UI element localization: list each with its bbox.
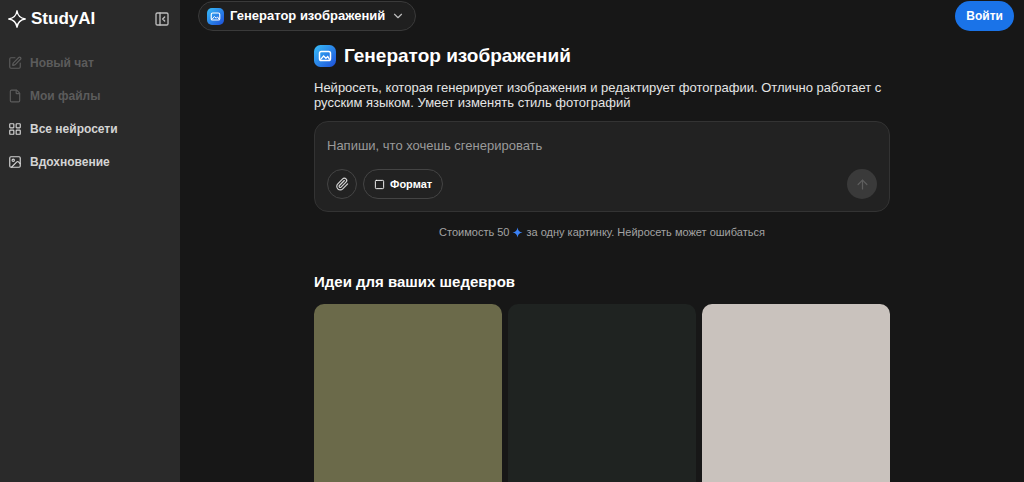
sidebar-item-icon: [8, 122, 22, 136]
sidebar: StudyAI Новый чат Мои файлы Все нейросети Вд…: [0, 0, 180, 482]
send-button[interactable]: [847, 169, 877, 199]
description: Нейросеть, которая генерирует изображени…: [314, 80, 890, 110]
attach-button[interactable]: [327, 169, 357, 199]
main: Генератор изображенийВойтиГенератор изоб…: [180, 0, 1024, 482]
sidebar-item[interactable]: Вдохновение: [6, 150, 174, 174]
prompt-input[interactable]: [327, 136, 877, 156]
arrow-up-icon: [855, 177, 870, 192]
chevron-icon: [391, 9, 405, 23]
paperclip-icon: [335, 177, 349, 191]
square-icon: [374, 179, 385, 190]
app: StudyAI Новый чат Мои файлы Все нейросети Вд…: [0, 0, 1024, 482]
sidebar-item-icon: [8, 155, 22, 169]
prompt-toolbar: Формат: [327, 169, 877, 199]
sidebar-item-icon: [8, 56, 22, 70]
page-title: Генератор изображений: [314, 42, 890, 71]
logo-text: StudyAI: [31, 6, 95, 32]
format-button[interactable]: Формат: [363, 169, 443, 199]
logo[interactable]: StudyAI: [8, 6, 95, 32]
collapse-icon[interactable]: [154, 11, 170, 27]
model-icon: [207, 8, 224, 25]
login-button[interactable]: Войти: [955, 1, 1014, 31]
ideas-grid: [314, 304, 890, 482]
sidebar-item[interactable]: Новый чат: [6, 51, 174, 75]
cost-note: Стоимость 50за одну картинку. Нейросеть …: [314, 224, 890, 241]
sidebar-item[interactable]: Все нейросети: [6, 117, 174, 141]
idea-card[interactable]: [508, 304, 696, 482]
sidebar-header: StudyAI: [6, 8, 174, 30]
sidebar-nav: Новый чат Мои файлы Все нейросети Вдохновен…: [6, 51, 174, 174]
prompt-box: Формат: [314, 121, 890, 213]
sparkle-icon: [8, 10, 26, 28]
idea-card[interactable]: [314, 304, 502, 482]
title-icon: [314, 45, 336, 67]
ideas-title: Идеи для ваших шедевров: [314, 271, 890, 294]
sidebar-item[interactable]: Мои файлы: [6, 84, 174, 108]
star-icon: [512, 227, 523, 238]
sidebar-item-icon: [8, 89, 22, 103]
content: Генератор изображений Нейросеть, которая …: [314, 31, 890, 482]
idea-card[interactable]: [702, 304, 890, 482]
top-bar: Генератор изображений Войти: [180, 0, 1024, 31]
model-selector[interactable]: Генератор изображений: [198, 1, 416, 31]
